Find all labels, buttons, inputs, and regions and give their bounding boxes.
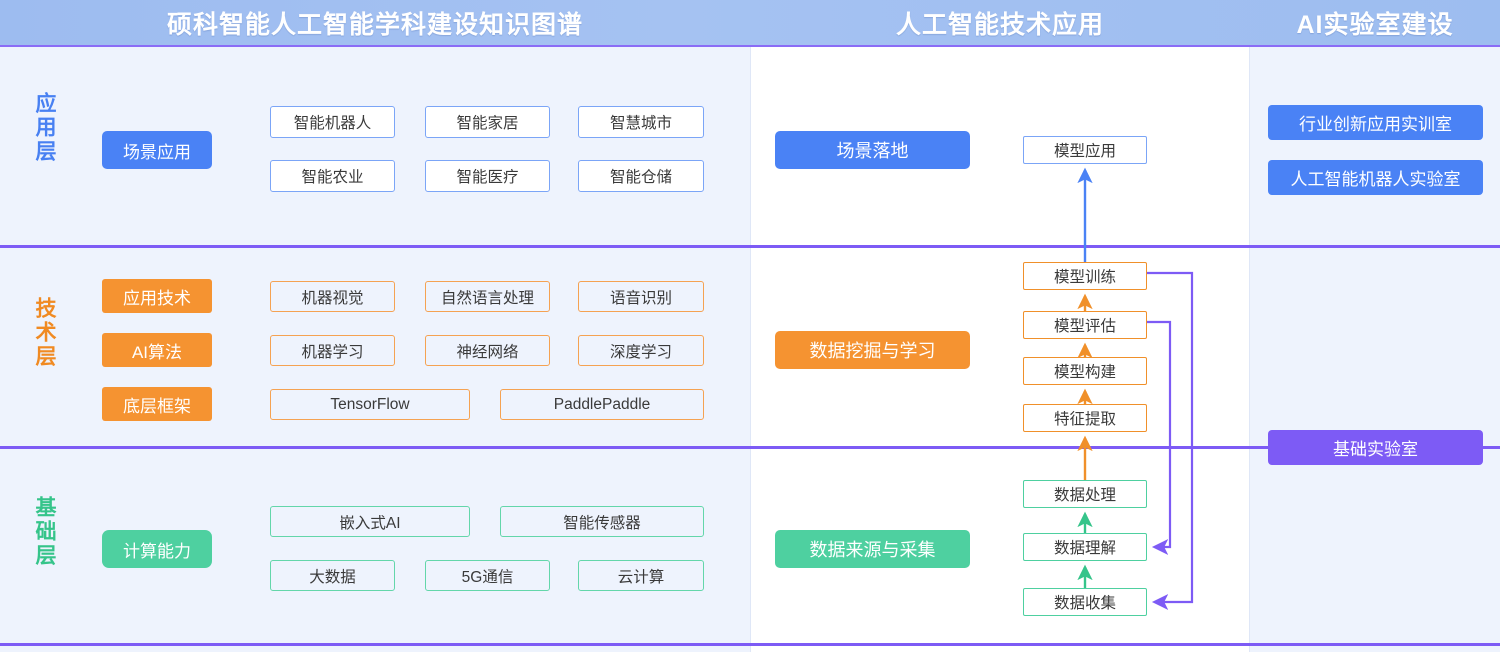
divider-bottom	[0, 643, 1500, 646]
divider-app-tech	[0, 245, 1500, 248]
layer-label-foundation: 基础层	[33, 496, 56, 568]
header-title-right: AI实验室建设	[1296, 10, 1454, 39]
item-5g-communication[interactable]: 5G通信	[425, 560, 550, 591]
item-smart-sensor[interactable]: 智能传感器	[500, 506, 704, 537]
flow-model-evaluation[interactable]: 模型评估	[1023, 311, 1147, 339]
item-tensorflow[interactable]: TensorFlow	[270, 389, 470, 420]
item-cloud-computing[interactable]: 云计算	[578, 560, 704, 591]
layer-label-technology: 技术层	[33, 297, 56, 369]
flow-feature-extraction[interactable]: 特征提取	[1023, 404, 1147, 432]
stage-data-collection-src[interactable]: 数据来源与采集	[775, 530, 970, 568]
header-bar: 硕科智能人工智能学科建设知识图谱 人工智能技术应用 AI实验室建设	[0, 0, 1500, 45]
item-embedded-ai[interactable]: 嵌入式AI	[270, 506, 470, 537]
knowledge-graph-diagram: 硕科智能人工智能学科建设知识图谱 人工智能技术应用 AI实验室建设 应用层 技术…	[0, 0, 1500, 652]
flow-data-collection[interactable]: 数据收集	[1023, 588, 1147, 616]
header-title-middle: 人工智能技术应用	[895, 10, 1104, 39]
flow-model-training[interactable]: 模型训练	[1023, 262, 1147, 290]
item-machine-learning[interactable]: 机器学习	[270, 335, 395, 366]
category-scene-application[interactable]: 场景应用	[102, 131, 212, 169]
lab-foundation[interactable]: 基础实验室	[1268, 430, 1483, 465]
item-smart-medical[interactable]: 智能医疗	[425, 160, 550, 192]
column-separator-right	[1249, 47, 1250, 652]
flow-data-understanding[interactable]: 数据理解	[1023, 533, 1147, 561]
item-smart-warehouse[interactable]: 智能仓储	[578, 160, 704, 192]
item-machine-vision[interactable]: 机器视觉	[270, 281, 395, 312]
column-separator-left	[750, 47, 751, 652]
item-smart-robot[interactable]: 智能机器人	[270, 106, 395, 138]
item-smart-city[interactable]: 智慧城市	[578, 106, 704, 138]
item-speech-recognition[interactable]: 语音识别	[578, 281, 704, 312]
flow-model-construction[interactable]: 模型构建	[1023, 357, 1147, 385]
header-title-left: 硕科智能人工智能学科建设知识图谱	[166, 10, 583, 39]
stage-scene-landing[interactable]: 场景落地	[775, 131, 970, 169]
lab-industry-innovation[interactable]: 行业创新应用实训室	[1268, 105, 1483, 140]
lab-ai-robotics[interactable]: 人工智能机器人实验室	[1268, 160, 1483, 195]
category-computing-power[interactable]: 计算能力	[102, 530, 212, 568]
stage-data-mining[interactable]: 数据挖掘与学习	[775, 331, 970, 369]
layer-label-application: 应用层	[33, 92, 56, 164]
item-nlp[interactable]: 自然语言处理	[425, 281, 550, 312]
item-paddlepaddle[interactable]: PaddlePaddle	[500, 389, 704, 420]
category-application-tech[interactable]: 应用技术	[102, 279, 212, 313]
item-smart-home[interactable]: 智能家居	[425, 106, 550, 138]
item-deep-learning[interactable]: 深度学习	[578, 335, 704, 366]
category-base-framework[interactable]: 底层框架	[102, 387, 212, 421]
category-ai-algorithm[interactable]: AI算法	[102, 333, 212, 367]
item-big-data[interactable]: 大数据	[270, 560, 395, 591]
item-smart-agriculture[interactable]: 智能农业	[270, 160, 395, 192]
flow-data-processing[interactable]: 数据处理	[1023, 480, 1147, 508]
item-neural-network[interactable]: 神经网络	[425, 335, 550, 366]
flow-model-application[interactable]: 模型应用	[1023, 136, 1147, 164]
